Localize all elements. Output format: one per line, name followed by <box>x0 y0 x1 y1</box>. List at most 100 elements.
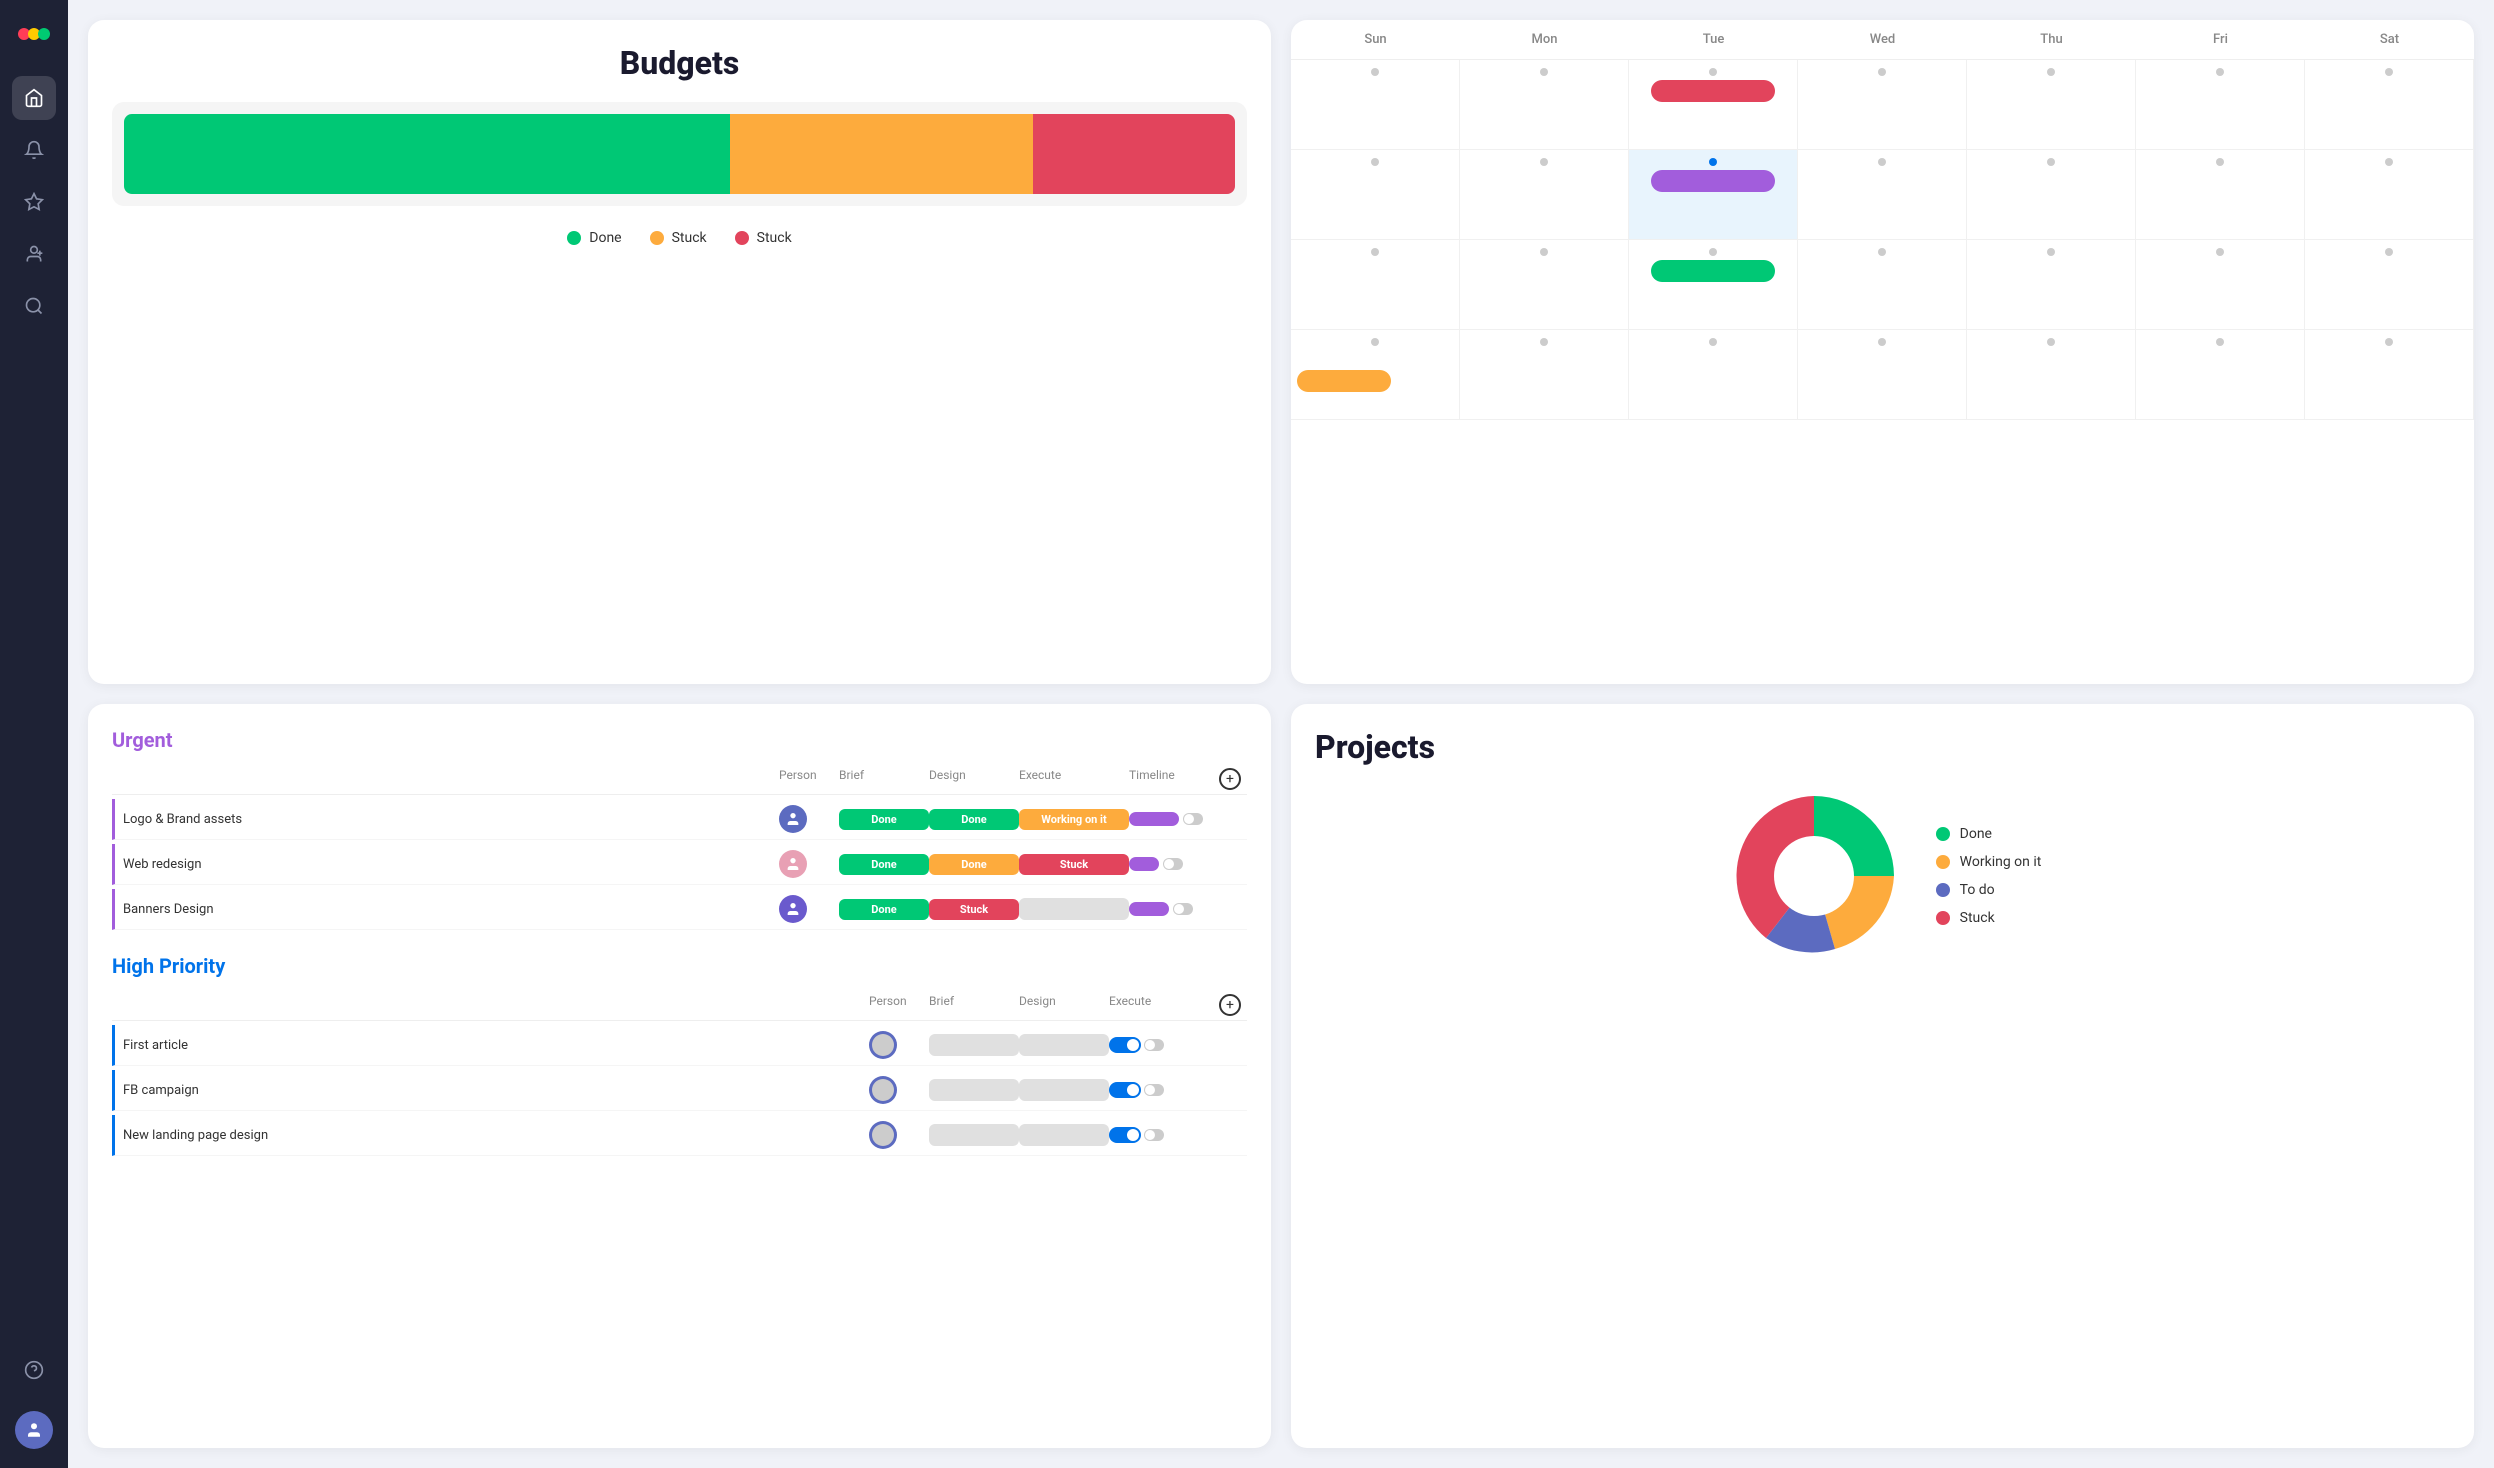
legend-todo: To do <box>1936 882 2042 898</box>
cal-dot <box>2385 158 2393 166</box>
cal-cell-2-3[interactable] <box>1629 150 1798 240</box>
hp-col-execute: Execute <box>1109 994 1219 1016</box>
cal-header-wed: Wed <box>1798 20 1967 59</box>
sidebar <box>0 0 68 1468</box>
cal-cell-1-7[interactable] <box>2305 60 2474 150</box>
hp-toggle-pill-1[interactable] <box>1109 1037 1141 1053</box>
status-design-1[interactable]: Done <box>929 809 1019 830</box>
cal-cell-2-2[interactable] <box>1460 150 1629 240</box>
sidebar-item-home[interactable] <box>12 76 56 120</box>
pie-label-done: Done <box>1960 826 1992 842</box>
cal-cell-4-6[interactable] <box>2136 330 2305 420</box>
cal-cell-1-2[interactable] <box>1460 60 1629 150</box>
hp-col-person: Person <box>869 994 929 1016</box>
status-brief-3[interactable]: Done <box>839 899 929 920</box>
sidebar-item-help[interactable] <box>12 1348 56 1392</box>
legend-dot-stuck-red <box>735 231 749 245</box>
cal-cell-3-5[interactable] <box>1967 240 2136 330</box>
status-execute-2[interactable]: Stuck <box>1019 854 1129 875</box>
cal-dot <box>2216 248 2224 256</box>
cal-header-mon: Mon <box>1460 20 1629 59</box>
person-avatar-3 <box>779 895 807 923</box>
cal-dot <box>1709 68 1717 76</box>
hp-person-1 <box>869 1031 897 1059</box>
cal-cell-2-7[interactable] <box>2305 150 2474 240</box>
cal-dot <box>2047 68 2055 76</box>
cal-cell-3-1[interactable] <box>1291 240 1460 330</box>
status-design-2[interactable]: Done <box>929 854 1019 875</box>
hp-toggle-pill-2[interactable] <box>1109 1082 1141 1098</box>
pie-chart <box>1724 786 1904 966</box>
cal-cell-2-6[interactable] <box>2136 150 2305 240</box>
tl-toggle-3[interactable] <box>1173 903 1193 915</box>
cal-dot <box>2216 68 2224 76</box>
hp-toggle-pill-3[interactable] <box>1109 1127 1141 1143</box>
cal-cell-1-4[interactable] <box>1798 60 1967 150</box>
cal-cell-4-4[interactable] <box>1798 330 1967 420</box>
tl-toggle-inner <box>1164 859 1174 869</box>
budgets-title: Budgets <box>112 44 1247 82</box>
legend-label-stuck-red: Stuck <box>757 230 792 246</box>
projects-content: Done Working on it To do Stuck <box>1315 786 2450 966</box>
cal-cell-1-1[interactable] <box>1291 60 1460 150</box>
status-brief-1[interactable]: Done <box>839 809 929 830</box>
cal-cell-4-2[interactable] <box>1460 330 1629 420</box>
person-avatar-2 <box>779 850 807 878</box>
row-name-banners: Banners Design <box>123 902 779 917</box>
tl-toggle-1[interactable] <box>1183 813 1203 825</box>
hp-toggle-2 <box>1109 1082 1219 1098</box>
cal-dot <box>1878 248 1886 256</box>
cal-cell-4-1[interactable] <box>1291 330 1460 420</box>
cal-dot <box>1878 338 1886 346</box>
tl-toggle-small[interactable] <box>1144 1039 1164 1051</box>
col-person: Person <box>779 768 839 790</box>
cal-cell-2-5[interactable] <box>1967 150 2136 240</box>
hp-col-add: + <box>1219 994 1247 1016</box>
cal-cell-3-6[interactable] <box>2136 240 2305 330</box>
cal-dot <box>2385 68 2393 76</box>
tl-toggle-inner <box>1145 1040 1155 1050</box>
urgent-table-header: Person Brief Design Execute Timeline + <box>112 764 1247 795</box>
tl-toggle-2[interactable] <box>1163 858 1183 870</box>
cal-cell-2-4[interactable] <box>1798 150 1967 240</box>
cal-cell-4-7[interactable] <box>2305 330 2474 420</box>
sidebar-item-search[interactable] <box>12 284 56 328</box>
status-brief-2[interactable]: Done <box>839 854 929 875</box>
cal-dot <box>1709 338 1717 346</box>
cal-cell-3-2[interactable] <box>1460 240 1629 330</box>
cal-cell-1-3[interactable] <box>1629 60 1798 150</box>
cal-cell-4-3[interactable] <box>1629 330 1798 420</box>
cal-cell-4-5[interactable] <box>1967 330 2136 420</box>
user-avatar[interactable] <box>12 1408 56 1452</box>
cal-dot <box>2047 248 2055 256</box>
cal-cell-1-6[interactable] <box>2136 60 2305 150</box>
cal-cell-3-3[interactable] <box>1629 240 1798 330</box>
timeline-3 <box>1129 902 1219 916</box>
tl-bar-2 <box>1129 857 1159 871</box>
sidebar-item-notifications[interactable] <box>12 128 56 172</box>
sidebar-item-invite[interactable] <box>12 232 56 276</box>
pie-label-todo: To do <box>1960 882 1995 898</box>
tl-toggle-inner-3 <box>1145 1130 1155 1140</box>
tl-toggle-small-2[interactable] <box>1144 1084 1164 1096</box>
cal-dot <box>1540 248 1548 256</box>
logo[interactable] <box>16 16 52 52</box>
tl-toggle-small-3[interactable] <box>1144 1129 1164 1141</box>
add-hp-column-button[interactable]: + <box>1219 994 1241 1016</box>
cal-cell-3-4[interactable] <box>1798 240 1967 330</box>
status-design-3[interactable]: Stuck <box>929 899 1019 920</box>
cal-cell-2-1[interactable] <box>1291 150 1460 240</box>
legend-stuck-red: Stuck <box>735 230 792 246</box>
toggle-pill-inner <box>1127 1039 1139 1051</box>
cal-dot <box>1371 338 1379 346</box>
tl-toggle-inner <box>1174 904 1184 914</box>
cal-cell-3-7[interactable] <box>2305 240 2474 330</box>
cal-cell-1-5[interactable] <box>1967 60 2136 150</box>
add-urgent-column-button[interactable]: + <box>1219 768 1241 790</box>
budget-bar <box>124 114 1235 194</box>
legend-done: Done <box>567 230 621 246</box>
status-execute-1[interactable]: Working on it <box>1019 809 1129 830</box>
sidebar-item-favorites[interactable] <box>12 180 56 224</box>
hp-row-name-2: FB campaign <box>123 1083 869 1098</box>
bar-stuck-orange <box>730 114 1033 194</box>
